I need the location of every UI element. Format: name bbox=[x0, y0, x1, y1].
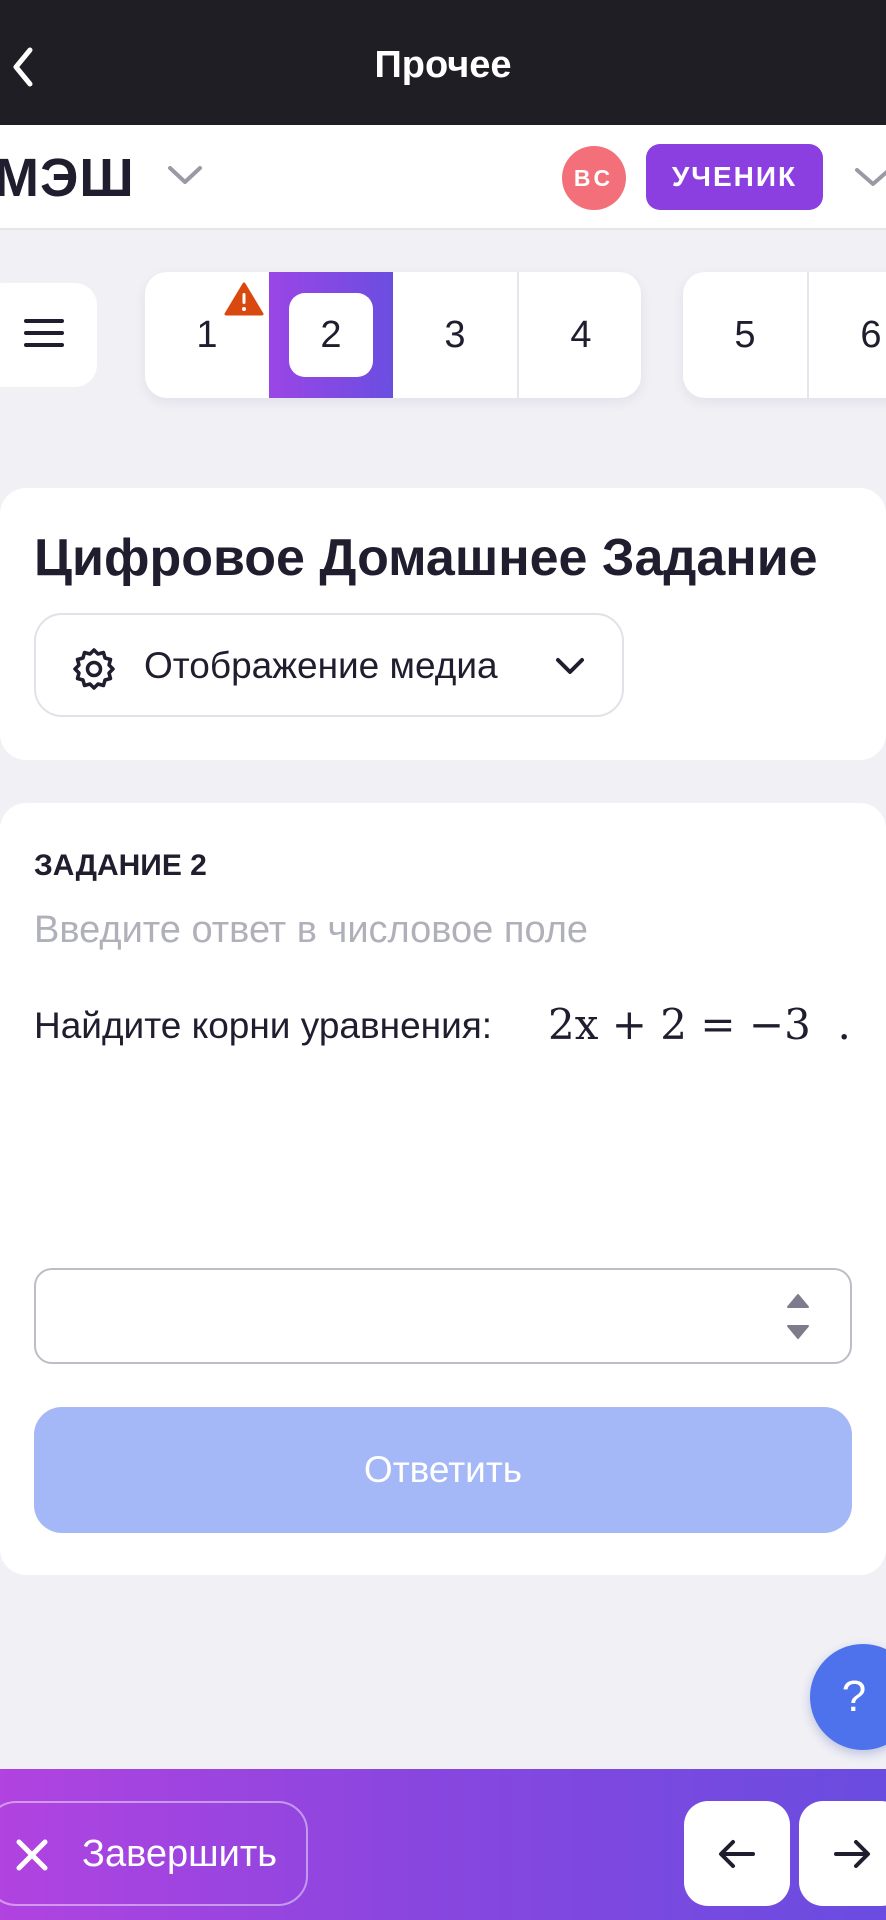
gear-icon bbox=[73, 648, 115, 690]
media-display-label: Отображение медиа bbox=[144, 645, 498, 686]
task-hint: Введите ответ в числовое поле bbox=[34, 909, 589, 951]
hamburger-icon bbox=[24, 319, 64, 347]
media-display-dropdown[interactable]: Отображение медиа bbox=[34, 613, 624, 717]
arrow-right-icon bbox=[834, 1839, 870, 1868]
finish-label: Завершить bbox=[82, 1833, 278, 1875]
equation: 2x + 2 = −3 . bbox=[548, 1000, 851, 1049]
answer-number-input[interactable] bbox=[34, 1268, 852, 1364]
task-nav-group: 5 6 bbox=[683, 272, 886, 398]
next-task-button[interactable] bbox=[799, 1801, 886, 1906]
arrow-left-icon bbox=[719, 1839, 755, 1868]
spinner-down-icon[interactable] bbox=[786, 1324, 810, 1340]
equation-text: 2x + 2 = −3 bbox=[548, 1000, 811, 1049]
chevron-down-icon[interactable] bbox=[853, 164, 886, 190]
finish-button[interactable]: Завершить bbox=[0, 1801, 308, 1906]
submit-answer-button[interactable]: Ответить bbox=[34, 1407, 852, 1533]
task-question: Найдите корни уравнения: bbox=[34, 1005, 493, 1046]
page-title: Цифровое Домашнее Задание bbox=[34, 529, 818, 587]
task-tab[interactable]: 5 bbox=[683, 272, 807, 398]
task-tab-active[interactable]: 2 bbox=[269, 272, 393, 398]
avatar[interactable]: ВС bbox=[562, 146, 626, 210]
role-badge[interactable]: УЧЕНИК bbox=[646, 144, 823, 210]
previous-task-button[interactable] bbox=[684, 1801, 790, 1906]
task-tab[interactable]: 3 bbox=[393, 272, 517, 398]
task-tab[interactable]: 6 bbox=[807, 272, 886, 398]
spinner-up-icon[interactable] bbox=[786, 1293, 810, 1309]
task-tab-label: 2 bbox=[289, 293, 373, 377]
screen-title: Прочее bbox=[374, 44, 512, 86]
chevron-down-icon[interactable] bbox=[166, 162, 204, 188]
menu-button[interactable] bbox=[0, 283, 97, 387]
help-button[interactable]: ? bbox=[810, 1644, 886, 1750]
help-icon: ? bbox=[841, 1672, 867, 1721]
close-icon bbox=[16, 1839, 48, 1871]
task-tab[interactable]: 4 bbox=[517, 272, 641, 398]
task-label: ЗАДАНИЕ 2 bbox=[34, 849, 207, 882]
top-bar: Прочее bbox=[0, 0, 886, 125]
brand-logo[interactable]: МЭШ bbox=[0, 147, 135, 209]
chevron-down-icon bbox=[556, 658, 584, 674]
warning-icon bbox=[224, 282, 264, 316]
task-nav-group: 1 2 3 4 bbox=[145, 272, 641, 398]
